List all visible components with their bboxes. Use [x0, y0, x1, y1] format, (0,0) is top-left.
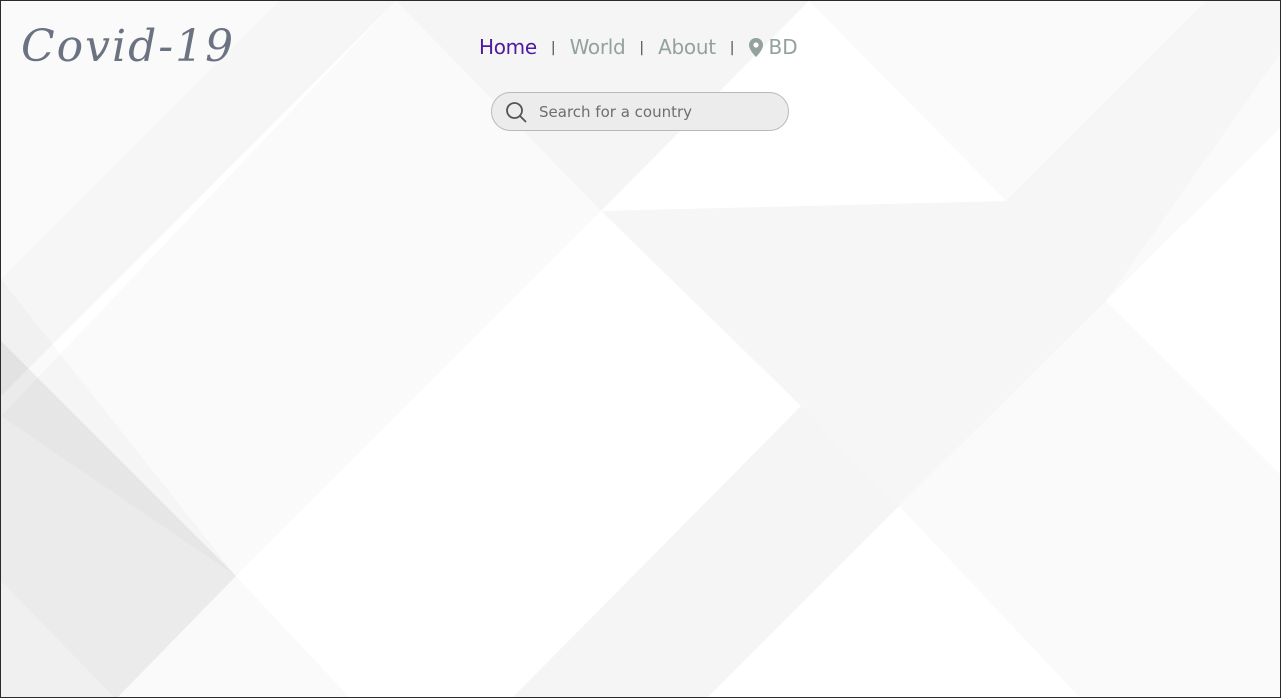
nav-separator: |	[729, 40, 735, 56]
nav-separator: |	[550, 40, 556, 56]
search-box	[491, 92, 789, 131]
nav-separator: |	[639, 40, 645, 56]
nav-about-link[interactable]: About	[658, 35, 716, 59]
main-nav: Home | World | About | BD	[479, 33, 798, 61]
nav-world-link[interactable]: World	[570, 35, 626, 59]
search-icon[interactable]	[505, 101, 527, 123]
page: Covid-19 Home | World | About | BD	[0, 0, 1281, 698]
location-label: BD	[768, 35, 798, 59]
nav-home-link[interactable]: Home	[479, 35, 537, 59]
search-input[interactable]	[539, 102, 769, 121]
location-link[interactable]: BD	[748, 35, 798, 59]
map-pin-icon	[748, 37, 763, 57]
site-logo[interactable]: Covid-19	[21, 25, 235, 69]
